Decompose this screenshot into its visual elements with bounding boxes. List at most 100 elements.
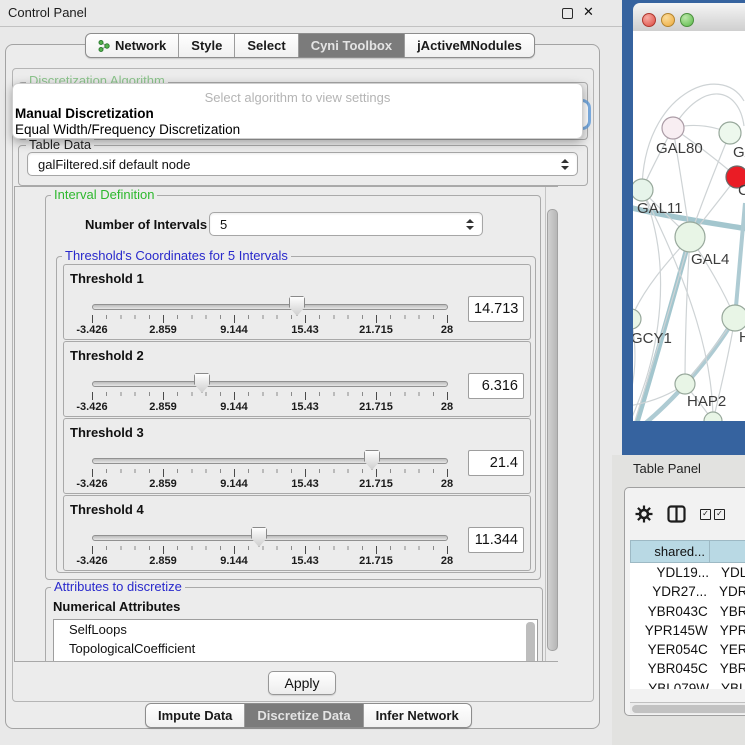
close-traffic-light-icon[interactable] <box>642 13 656 27</box>
tick-label: 28 <box>441 401 453 413</box>
node-gal80[interactable] <box>662 117 684 139</box>
tick-label: -3.426 <box>76 478 107 490</box>
table-row[interactable]: YBR045CYBR0 <box>630 659 745 678</box>
threshold-2-slider-track[interactable] <box>92 381 448 387</box>
attributes-group-title: Attributes to discretize <box>51 580 185 594</box>
threshold-4-slider-thumb[interactable] <box>251 527 267 547</box>
gear-icon[interactable] <box>635 505 653 523</box>
num-intervals-combobox[interactable]: 5 <box>209 212 483 236</box>
tab-infer-network[interactable]: Infer Network <box>364 704 471 727</box>
combo-arrows-icon <box>561 159 569 170</box>
node-label: HAP2 <box>687 393 726 410</box>
table-row[interactable]: YBL079WYBL0 <box>630 679 745 689</box>
tick-label: 15.43 <box>291 324 319 336</box>
zoom-traffic-light-icon[interactable] <box>680 13 694 27</box>
node-gcy1[interactable] <box>633 309 641 329</box>
threshold-3-label: Threshold 3 <box>70 425 144 440</box>
node-label: H <box>739 329 745 346</box>
threshold-3-slider-track[interactable] <box>92 458 448 464</box>
tick-label: 15.43 <box>291 555 319 567</box>
table-row[interactable]: YBR043CYBR0 <box>630 602 745 621</box>
network-graph: GAL80 GA C GAL11 GAL4 GCY1 H HAP2 <box>633 31 745 421</box>
close-icon[interactable]: ✕ <box>583 4 594 20</box>
tab-network[interactable]: Network <box>86 34 179 57</box>
tick-label: 21.715 <box>359 324 393 336</box>
algorithm-dropdown-popup: Select algorithm to view settings Manual… <box>12 83 583 139</box>
numerical-attributes-list: SelfLoops TopologicalCoefficient Between… <box>53 619 538 662</box>
list-item[interactable]: BetweennessCentrality <box>54 658 537 662</box>
threshold-2-label: Threshold 2 <box>70 348 144 363</box>
threshold-1-value-field[interactable] <box>468 296 524 322</box>
tab-cyni-toolbox[interactable]: Cyni Toolbox <box>299 34 405 57</box>
node-ga[interactable] <box>719 122 741 144</box>
list-item[interactable]: SelfLoops <box>54 620 537 639</box>
tick-label: 28 <box>441 478 453 490</box>
minimize-traffic-light-icon[interactable] <box>661 13 675 27</box>
tab-jactivemnodules[interactable]: jActiveMNodules <box>405 34 534 57</box>
column-header-shared-name[interactable]: shared... <box>630 540 710 563</box>
threshold-1-slider-track[interactable] <box>92 304 448 310</box>
threshold-2-value-field[interactable] <box>468 373 524 399</box>
tab-impute-data[interactable]: Impute Data <box>146 704 245 727</box>
table-row[interactable]: YER054CYER0 <box>630 640 745 659</box>
threshold-4-slider-track[interactable] <box>92 535 448 541</box>
threshold-1-box: Threshold 1 -3.426 2.859 9.144 15.43 21.… <box>63 264 531 340</box>
threshold-3-tick-scale: -3.426 2.859 9.144 15.43 21.715 28 <box>92 469 448 493</box>
table-row[interactable]: YDL19...YDL1 <box>630 563 745 582</box>
dropdown-option-manual[interactable]: Manual Discretization <box>15 106 154 121</box>
threshold-4-value-field[interactable] <box>468 527 524 553</box>
tick-label: 21.715 <box>359 478 393 490</box>
scrollbar-thumb[interactable] <box>547 209 558 651</box>
tick-label: 9.144 <box>220 324 248 336</box>
split-view-icon[interactable] <box>667 505 686 523</box>
node-label: C <box>738 182 745 199</box>
apply-button[interactable]: Apply <box>268 671 336 695</box>
table-data-combobox[interactable]: galFiltered.sif default node <box>27 152 578 176</box>
threshold-1-slider-thumb[interactable] <box>289 296 305 316</box>
table-rows: YDL19...YDL1 YDR27...YDR2 YBR043CYBR0 YP… <box>630 563 745 689</box>
table-row[interactable]: YPR145WYPR1 <box>630 621 745 640</box>
threshold-3-value-field[interactable] <box>468 450 524 476</box>
tab-discretize-data[interactable]: Discretize Data <box>245 704 363 727</box>
tick-label: -3.426 <box>76 324 107 336</box>
checked-checkbox-icon[interactable]: ✓ <box>700 509 711 520</box>
list-scrollbar[interactable] <box>526 622 535 662</box>
node-partial[interactable] <box>704 412 722 421</box>
num-intervals-label: Number of Intervals <box>85 217 207 232</box>
checked-checkbox-icon[interactable]: ✓ <box>714 509 725 520</box>
threshold-3-box: Threshold 3 -3.426 2.859 9.144 15.43 21.… <box>63 418 531 494</box>
table-row[interactable]: YDR27...YDR2 <box>630 582 745 601</box>
node-h[interactable] <box>722 305 745 331</box>
node-label: GAL4 <box>691 251 729 268</box>
table-horizontal-scrollbar[interactable] <box>630 702 745 714</box>
tick-label: 2.859 <box>149 401 177 413</box>
threshold-4-box: Threshold 4 -3.426 2.859 9.144 15.43 21.… <box>63 495 531 571</box>
tab-select[interactable]: Select <box>235 34 298 57</box>
network-window-titlebar[interactable] <box>633 3 745 32</box>
tick-label: -3.426 <box>76 401 107 413</box>
scrollbar-thumb[interactable] <box>632 705 745 713</box>
threshold-3-slider-thumb[interactable] <box>364 450 380 470</box>
panel-title: Control Panel <box>8 5 87 20</box>
tab-label: Infer Network <box>376 708 459 723</box>
network-canvas[interactable]: GAL80 GA C GAL11 GAL4 GCY1 H HAP2 <box>633 31 745 421</box>
list-item[interactable]: TopologicalCoefficient <box>54 639 537 658</box>
tick-label: 9.144 <box>220 478 248 490</box>
tick-label: 15.43 <box>291 478 319 490</box>
table-toolbar: ✓ ✓ <box>635 504 725 524</box>
tab-style[interactable]: Style <box>179 34 235 57</box>
threshold-2-slider-thumb[interactable] <box>194 373 210 393</box>
dropdown-option-equal-width[interactable]: Equal Width/Frequency Discretization <box>15 122 240 137</box>
float-window-icon[interactable] <box>562 8 573 19</box>
node-label: GAL80 <box>656 140 703 157</box>
num-intervals-value: 5 <box>210 217 466 232</box>
column-header-name[interactable]: na <box>710 540 745 563</box>
network-icon <box>98 39 110 53</box>
tab-label: Cyni Toolbox <box>311 38 392 53</box>
node-gal4[interactable] <box>675 222 705 252</box>
settings-scrollbar[interactable] <box>545 187 558 661</box>
node-gal11[interactable] <box>633 179 653 201</box>
threshold-4-tick-scale: -3.426 2.859 9.144 15.43 21.715 28 <box>92 546 448 570</box>
node-hap2[interactable] <box>675 374 695 394</box>
tick-label: 15.43 <box>291 401 319 413</box>
